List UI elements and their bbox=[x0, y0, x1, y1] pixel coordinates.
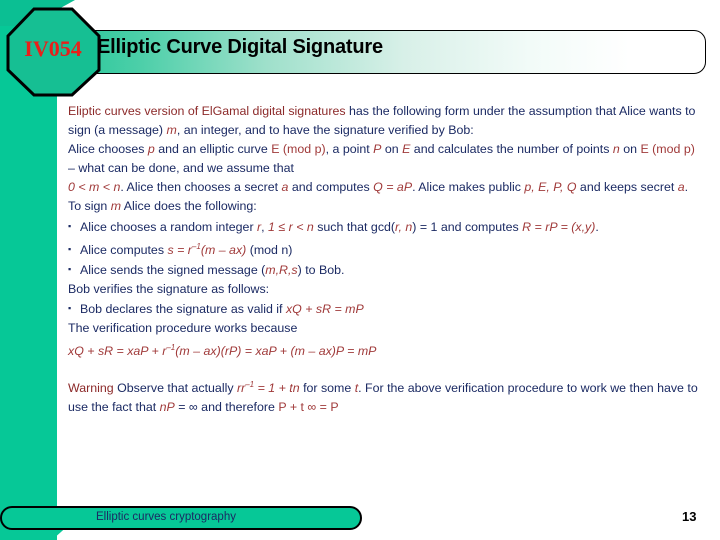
intro-headline: Eliptic curves version of ElGamal digita… bbox=[68, 104, 346, 118]
keygen-text-5: . bbox=[684, 180, 689, 195]
proof-eq-exponent: –1 bbox=[166, 343, 176, 353]
b1-text-1: Alice chooses a random integer bbox=[80, 219, 258, 234]
paragraph-verify-header: Bob verifies the signature as follows: bbox=[68, 280, 704, 299]
sign-text-2: Alice does the following: bbox=[121, 199, 257, 214]
verify-header-text: Bob verifies the signature as follows: bbox=[68, 281, 270, 296]
setup-text-3: , a point bbox=[325, 142, 374, 157]
warning-rr: rr bbox=[236, 381, 246, 396]
keygen-text-1: . Alice then chooses a secret bbox=[120, 180, 282, 195]
b3-text-1: Alice sends the signed message ( bbox=[80, 262, 266, 277]
list-item: Alice computes s = r–1(m – ax) (mod n) bbox=[68, 237, 704, 260]
intro-text-2: , an integer, and to have the signature … bbox=[176, 123, 474, 138]
square-bullet-icon bbox=[68, 260, 80, 280]
keygen-text-3: . Alice makes public bbox=[412, 180, 525, 195]
b1-text-3: such that gcd( bbox=[313, 219, 396, 234]
square-bullet-icon bbox=[68, 217, 80, 237]
list-item: Alice sends the signed message (m,R,s) t… bbox=[68, 260, 704, 280]
b1-R: R = rP = (x,y) bbox=[522, 219, 596, 234]
warning-nP: nP bbox=[159, 400, 175, 415]
proof-header-text: The verification procedure works because bbox=[68, 321, 298, 336]
list-item: Bob declares the signature as valid if x… bbox=[68, 299, 704, 319]
keygen-text-4: and keeps secret bbox=[576, 180, 678, 195]
warning-text-3: for some bbox=[299, 381, 355, 396]
keygen-text-2: and computes bbox=[288, 180, 374, 195]
proof-eq-part-1: xQ + sR = xaP + r bbox=[68, 344, 167, 359]
b1-text-4: ) = 1 and computes bbox=[412, 219, 523, 234]
b1-text-5: . bbox=[595, 219, 599, 234]
b2-exponent: –1 bbox=[191, 241, 201, 251]
setup-text-5: and calculates the number of points bbox=[410, 142, 613, 157]
b2-text-1: Alice computes bbox=[80, 242, 168, 257]
sign-text-1: To sign bbox=[68, 199, 111, 214]
setup-text-6: on bbox=[619, 142, 641, 157]
b2-s2: (m – ax) bbox=[200, 242, 247, 257]
keygen-secret: a bbox=[677, 180, 685, 195]
warning-tn: tn bbox=[289, 381, 300, 396]
warning-text-2: = 1 + bbox=[254, 381, 290, 396]
paragraph-intro: Eliptic curves version of ElGamal digita… bbox=[68, 102, 704, 140]
page-title: Elliptic Curve Digital Signature bbox=[97, 36, 383, 58]
warning-exponent: –1 bbox=[245, 380, 255, 390]
setup-p: p bbox=[147, 142, 155, 157]
setup-text-4: on bbox=[381, 142, 403, 157]
setup-text-1: Alice chooses bbox=[68, 142, 148, 157]
setup-e-mod-p: E (mod p) bbox=[271, 142, 326, 157]
b3-mrs: m,R,s bbox=[265, 262, 298, 277]
square-bullet-icon bbox=[68, 240, 80, 260]
setup-n: n bbox=[612, 142, 620, 157]
warning-label: Warning bbox=[68, 381, 114, 396]
paragraph-sign-header: To sign m Alice does the following: bbox=[68, 197, 704, 216]
list-item: Alice chooses a random integer r, 1 ≤ r … bbox=[68, 217, 704, 237]
keygen-public: p, E, P, Q bbox=[524, 180, 577, 195]
paragraph-warning: Warning Observe that actually rr–1 = 1 +… bbox=[68, 375, 704, 417]
b3-text-2: ) to Bob. bbox=[297, 262, 345, 277]
paragraph-setup: Alice chooses p and an elliptic curve E … bbox=[68, 140, 704, 178]
page-number: 13 bbox=[682, 509, 697, 524]
setup-e-mod-p-2: E (mod p) bbox=[640, 142, 695, 157]
keygen-range: 0 < m < n bbox=[68, 180, 121, 195]
b2-s: s = r bbox=[167, 242, 192, 257]
b2-mod: (mod n) bbox=[246, 242, 293, 257]
sign-m: m bbox=[110, 199, 122, 214]
warning-text-1: Observe that actually bbox=[113, 381, 237, 396]
square-bullet-icon bbox=[68, 299, 80, 319]
intro-m: m bbox=[166, 123, 177, 138]
paragraph-proof-equation: xQ + sR = xaP + r–1(m – ax)(rP) = xaP + … bbox=[68, 338, 704, 361]
b1-text-2: , bbox=[261, 219, 269, 234]
slide-body: Eliptic curves version of ElGamal digita… bbox=[68, 102, 704, 417]
course-badge-label: IV054 bbox=[24, 36, 82, 61]
b4-text-1: Bob declares the signature as valid if bbox=[80, 301, 286, 316]
paragraph-keygen: 0 < m < n. Alice then chooses a secret a… bbox=[68, 178, 704, 197]
proof-eq-part-2: (m – ax)(rP) = xaP + (m – ax)P = mP bbox=[175, 344, 377, 359]
warning-text-5: = ∞ and therefore bbox=[174, 400, 279, 415]
footer-label: Elliptic curves cryptography bbox=[96, 511, 236, 523]
keygen-Q: Q = aP bbox=[373, 180, 413, 195]
setup-text-2: and an elliptic curve bbox=[154, 142, 272, 157]
b1-range: 1 ≤ r < n bbox=[268, 219, 314, 234]
setup-text-7: – what can be done, and we assume that bbox=[68, 161, 294, 176]
b4-equation: xQ + sR = mP bbox=[285, 301, 364, 316]
b1-gcd-args: r, n bbox=[395, 219, 413, 234]
paragraph-proof-header: The verification procedure works because bbox=[68, 319, 704, 338]
warning-PtP: P + t ∞ = P bbox=[278, 400, 339, 415]
